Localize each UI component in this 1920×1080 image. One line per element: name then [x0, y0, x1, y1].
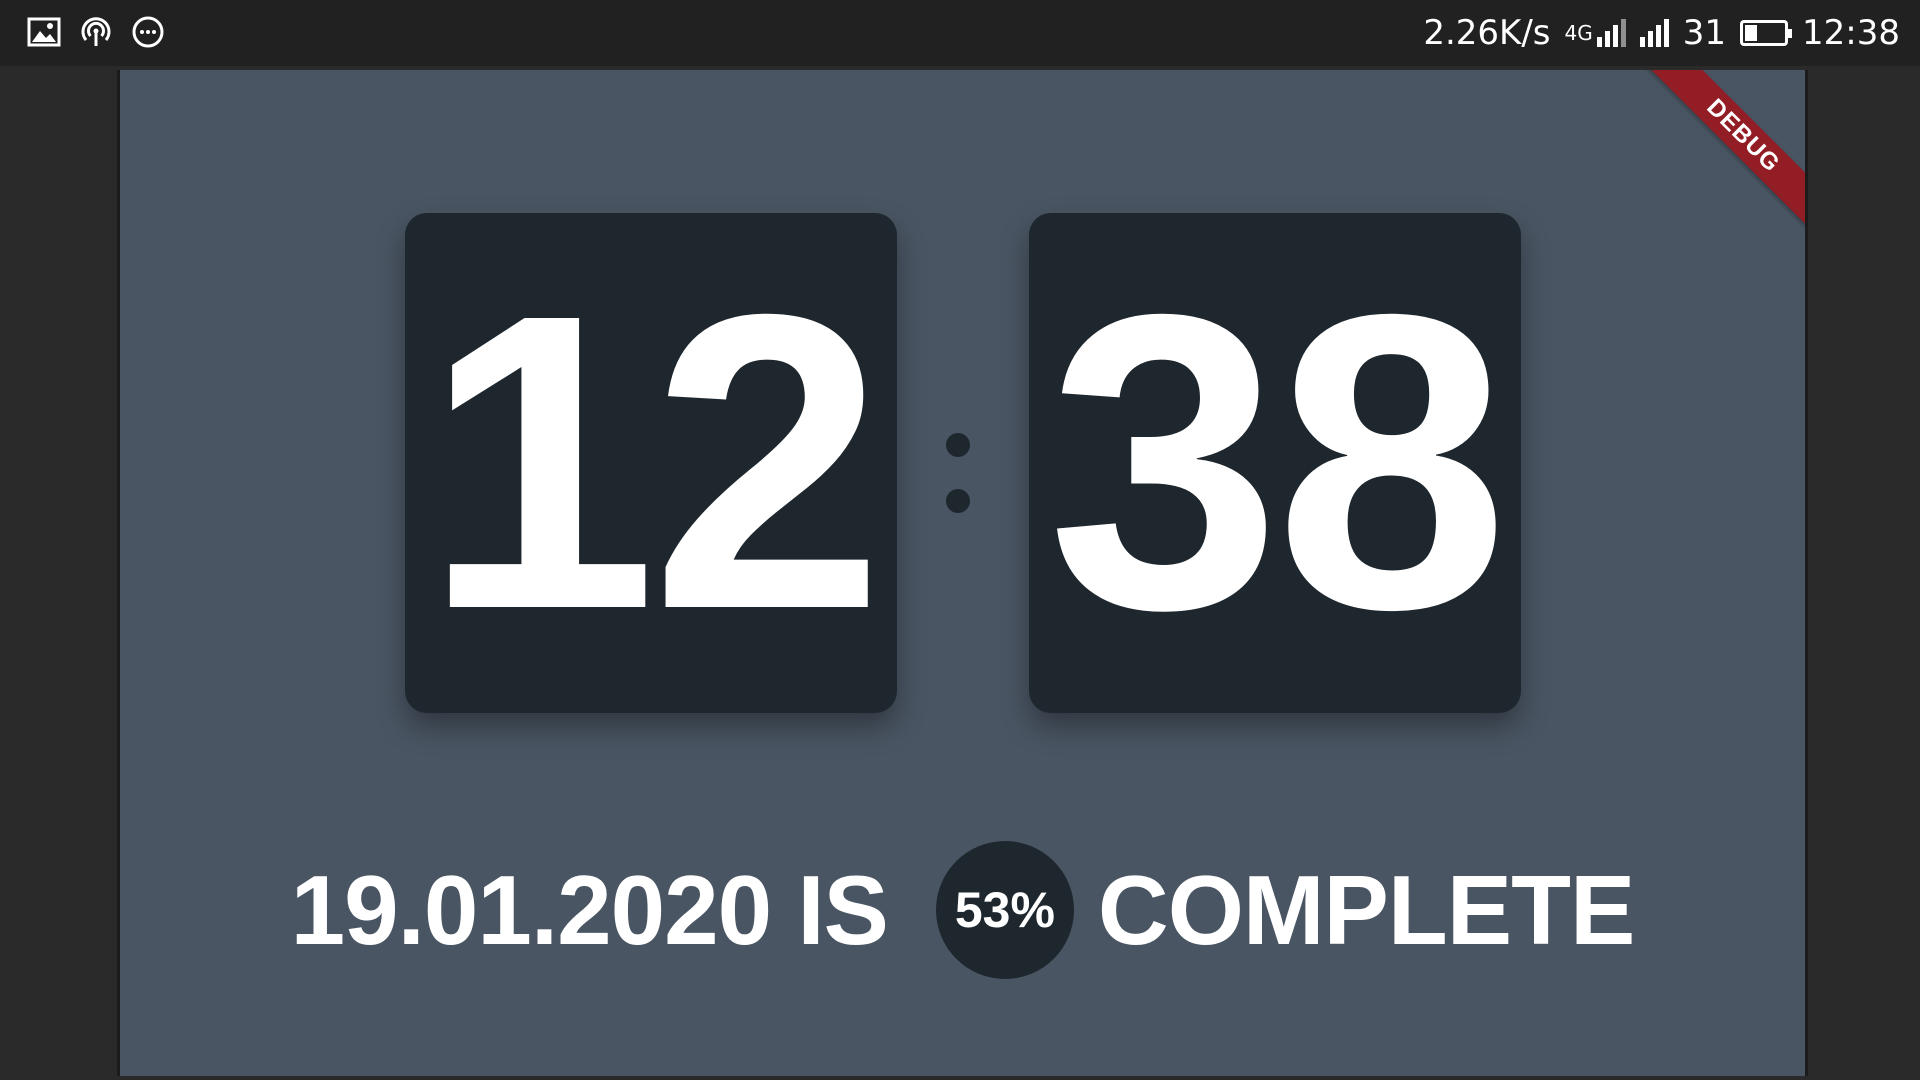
- signal-strength-icon-sim1: [1596, 19, 1626, 47]
- percent-value: 53%: [954, 882, 1055, 938]
- network-speed: 2.26K/s: [1423, 13, 1551, 53]
- percent-badge: 53%: [935, 841, 1074, 979]
- status-bar-time: 12:38: [1802, 13, 1900, 53]
- status-bar-right: 2.26K/s 4G 31 12:38: [1423, 10, 1900, 56]
- clock-colon-separator: [946, 433, 970, 523]
- signal-strength-icon-sim2: [1639, 19, 1669, 47]
- day-progress-line: 19.01.2020 IS 53% COMPLETE: [120, 840, 1805, 980]
- battery-fill: [1745, 25, 1758, 41]
- image-icon: [27, 17, 61, 47]
- flip-clock-app: DEBUG 12 38 19.01.2020 IS 53% COMPLETE: [117, 70, 1808, 1076]
- status-bar: 2.26K/s 4G 31 12:38: [0, 0, 1920, 66]
- battery-percent: 31: [1682, 13, 1727, 53]
- date-label: 19.01.2020 IS: [290, 854, 889, 965]
- battery-icon: [1740, 20, 1793, 46]
- debug-banner: DEBUG: [1645, 70, 1805, 234]
- minutes-card: 38: [1029, 213, 1521, 713]
- network-type-label: 4G: [1564, 21, 1593, 45]
- more-dots-icon: [132, 16, 164, 48]
- hours-value: 12: [423, 228, 884, 697]
- colon-dot-bottom: [946, 489, 970, 513]
- hotspot-icon: [81, 17, 111, 46]
- hours-card: 12: [405, 213, 897, 713]
- colon-dot-top: [946, 433, 970, 457]
- status-bar-left-icons: [26, 14, 166, 50]
- minutes-value: 38: [1047, 228, 1508, 697]
- complete-label: COMPLETE: [1097, 854, 1635, 965]
